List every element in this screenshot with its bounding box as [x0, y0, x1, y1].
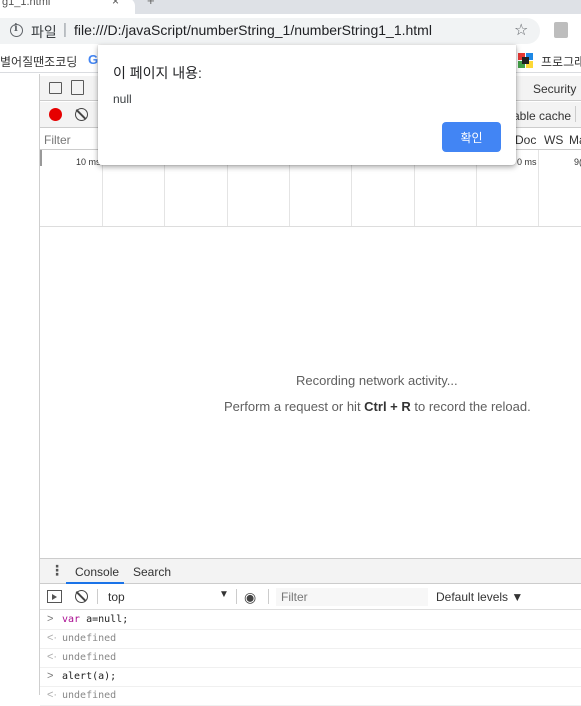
console-filter-input[interactable]	[276, 588, 428, 606]
timeline-label: 9(	[574, 157, 581, 167]
hint-prefix: Perform a request or hit	[224, 399, 365, 414]
url-text[interactable]: file:///D:/javaScript/numberString_1/num…	[74, 22, 432, 38]
inspect-element-icon[interactable]	[49, 82, 62, 94]
console-row: <· undefined	[40, 630, 581, 649]
close-icon[interactable]: ×	[112, 0, 119, 8]
code: a=null;	[80, 614, 129, 625]
toolbar-divider	[236, 589, 237, 604]
hint-suffix: to record the reload.	[410, 399, 531, 414]
empty-state-title: Recording network activity...	[296, 373, 458, 388]
keyword: var	[62, 614, 81, 625]
filter-type-doc[interactable]: Doc	[515, 133, 536, 147]
toolbar-divider	[575, 106, 576, 122]
filter-type-ws[interactable]: WS	[544, 133, 563, 147]
overview-handle[interactable]	[40, 150, 42, 166]
output-prompt-icon: <·	[47, 651, 58, 663]
console-row: > alert(a);	[40, 668, 581, 687]
clear-icon[interactable]	[75, 108, 88, 121]
empty-state-hint: Perform a request or hit Ctrl + R to rec…	[224, 399, 531, 414]
info-icon[interactable]	[10, 23, 23, 37]
console-output-text: undefined	[62, 633, 117, 644]
console-row: <· undefined	[40, 687, 581, 706]
alert-dialog: 이 페이지 내용: null 확인	[98, 45, 516, 165]
console-row: > var a=null;	[40, 611, 581, 630]
google-icon[interactable]: G	[88, 52, 98, 67]
console-output-text: undefined	[62, 652, 117, 663]
output-prompt-icon: <·	[47, 632, 58, 644]
bookmark-item[interactable]: 프로그래	[541, 53, 581, 70]
console-input-text: alert(a);	[62, 671, 117, 682]
console-output-text: undefined	[62, 690, 117, 701]
more-menu-icon[interactable]: ⋮	[50, 562, 64, 579]
dialog-title: 이 페이지 내용:	[113, 65, 202, 81]
toolbar-divider	[97, 589, 98, 604]
log-levels-dropdown[interactable]: Default levels ▼	[436, 590, 523, 604]
tab-search[interactable]: Search	[133, 565, 171, 579]
ok-button[interactable]: 확인	[442, 122, 501, 152]
eye-icon[interactable]: ◉	[244, 589, 256, 606]
input-prompt-icon: >	[47, 613, 54, 625]
console-input-text: var a=null;	[62, 614, 128, 625]
dialog-message: null	[113, 92, 132, 106]
device-toolbar-icon[interactable]	[71, 80, 84, 95]
timeline-label: 10 ms	[76, 157, 101, 167]
address-separator: |	[63, 21, 67, 38]
console-row: <· undefined	[40, 649, 581, 668]
console-sidebar-icon[interactable]	[47, 590, 62, 603]
scheme-chip[interactable]: 파일	[31, 22, 57, 42]
bookmark-item[interactable]: 별어질땐조코딩	[0, 53, 77, 70]
tab-console-label: Console	[75, 565, 120, 579]
grid-line	[538, 150, 539, 226]
page-viewport	[0, 74, 40, 695]
chevron-down-icon[interactable]: ▼	[219, 589, 229, 600]
output-prompt-icon: <·	[47, 689, 58, 701]
toolbar-divider	[268, 589, 269, 604]
context-select[interactable]: top	[108, 590, 125, 604]
star-icon[interactable]: ☆	[514, 20, 528, 40]
extension-icon[interactable]	[554, 22, 568, 38]
tab-console[interactable]: Console	[66, 559, 124, 584]
filter-type-manifest[interactable]: Ma	[569, 133, 581, 147]
bookmark-favicon-icon	[518, 53, 533, 68]
input-prompt-icon: >	[47, 670, 54, 682]
tab-title[interactable]: g1_1.html	[2, 0, 50, 8]
timeline-label: 0 ms	[517, 157, 537, 167]
hint-shortcut: Ctrl + R	[364, 399, 411, 414]
tab-security[interactable]: Security	[533, 82, 576, 96]
disable-cache-label[interactable]: able cache	[513, 109, 571, 123]
record-icon[interactable]	[49, 108, 62, 121]
new-tab-icon[interactable]: +	[147, 0, 155, 8]
clear-console-icon[interactable]	[75, 590, 88, 603]
